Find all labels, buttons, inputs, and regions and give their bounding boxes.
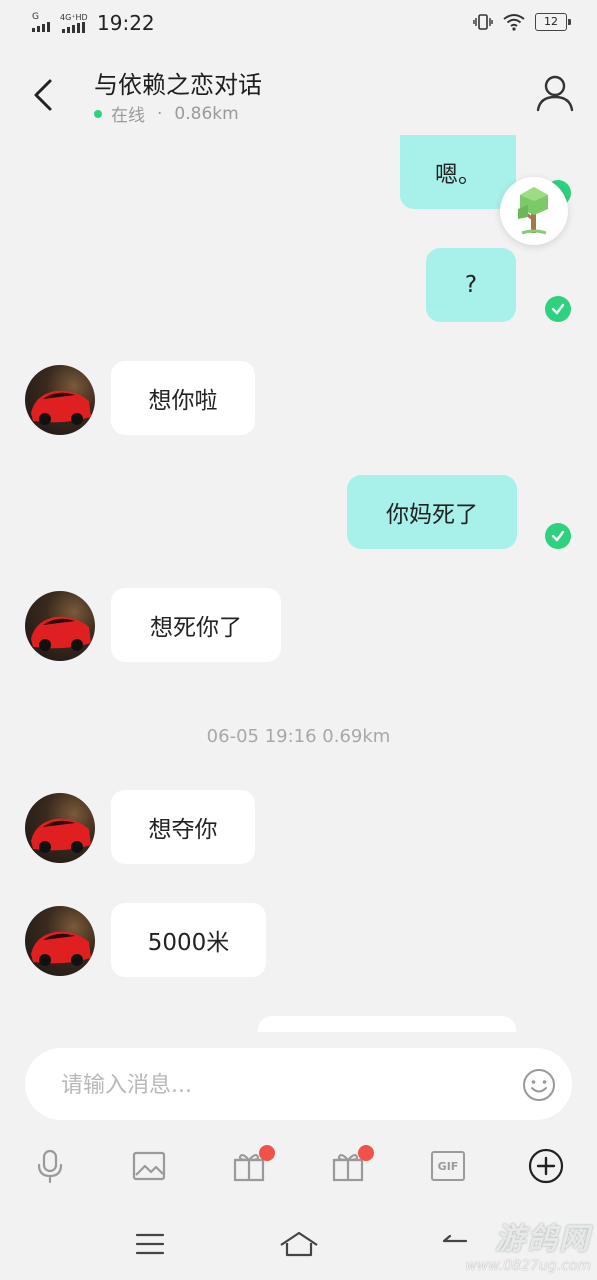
online-dot — [94, 109, 102, 118]
battery-icon: 12 — [535, 13, 571, 31]
message-bubble-outgoing[interactable]: ? — [426, 248, 516, 322]
avatar[interactable] — [25, 365, 95, 435]
wifi-icon — [503, 14, 525, 31]
separator: · — [157, 103, 163, 124]
message-text: 5000米 — [147, 930, 230, 956]
gif-icon[interactable]: GIF — [428, 1146, 468, 1186]
image-icon[interactable] — [129, 1146, 169, 1186]
message-list[interactable]: 嗯。 ? 想你啦 你妈死了 想死你了 06-05 19:16 0.69km 想夺… — [0, 135, 597, 1032]
clock: 19:22 — [97, 11, 155, 35]
car-avatar-image — [31, 931, 91, 966]
message-input[interactable] — [59, 1048, 503, 1122]
watermark: 游鸽网 www.0827ug.com — [465, 1214, 591, 1274]
mic-icon[interactable] — [30, 1146, 70, 1186]
message-bubble-incoming[interactable]: 想死你了 — [111, 588, 281, 662]
signal-icon-2 — [62, 22, 85, 33]
message-input-box[interactable] — [25, 1048, 572, 1122]
status-icons: 12 — [473, 13, 571, 31]
system-nav-bar: 游鸽网 www.0827ug.com — [0, 1205, 597, 1280]
network-label-1: G — [32, 12, 39, 22]
profile-icon[interactable] — [535, 73, 575, 113]
avatar[interactable] — [25, 793, 95, 863]
tree-float-button[interactable] — [500, 177, 568, 245]
message-bubble-partial[interactable] — [258, 1016, 516, 1032]
car-avatar-image — [31, 390, 91, 425]
message-text: 你妈死了 — [386, 502, 478, 528]
network-label-2: 4G⁺HD — [60, 13, 88, 22]
message-bubble-incoming[interactable]: 想夺你 — [111, 790, 255, 864]
home-icon[interactable] — [279, 1231, 319, 1259]
signal-icon — [32, 22, 50, 32]
presence-line: 在线 · 0.86km — [94, 101, 239, 126]
read-check-icon — [545, 523, 571, 549]
avatar[interactable] — [25, 591, 95, 661]
chat-header: 与依赖之恋对话 在线 · 0.86km — [0, 55, 597, 135]
gift-icon[interactable] — [328, 1145, 374, 1186]
watermark-sub: www.0827ug.com — [465, 1258, 591, 1274]
avatar[interactable] — [25, 906, 95, 976]
timestamp: 06-05 19:16 0.69km — [206, 726, 391, 747]
menu-icon[interactable] — [135, 1233, 165, 1255]
message-text: 想你啦 — [148, 388, 218, 414]
message-text: 嗯。 — [435, 162, 481, 188]
online-status: 在线 — [111, 106, 145, 126]
gift-icon[interactable] — [229, 1145, 275, 1186]
read-check-icon — [545, 296, 571, 322]
emoji-icon[interactable] — [522, 1068, 556, 1102]
watermark-main: 游鸽网 — [495, 1222, 591, 1257]
notification-badge — [259, 1145, 275, 1161]
message-bubble-incoming[interactable]: 5000米 — [111, 903, 266, 977]
car-avatar-image — [31, 818, 91, 853]
page-title: 与依赖之恋对话 — [94, 71, 262, 99]
notification-badge — [358, 1145, 374, 1161]
plus-icon[interactable] — [526, 1146, 566, 1186]
tree-icon — [518, 187, 548, 235]
message-text: 想夺你 — [148, 817, 218, 843]
back-icon[interactable] — [26, 73, 62, 117]
status-bar: G 4G⁺HD 19:22 12 — [0, 0, 597, 48]
message-text: ? — [464, 272, 478, 298]
input-toolbar: GIF — [0, 1138, 597, 1194]
message-bubble-outgoing[interactable]: 你妈死了 — [347, 475, 517, 549]
vibrate-icon — [473, 14, 493, 30]
message-bubble-outgoing[interactable]: 嗯。 — [400, 135, 516, 209]
gif-label: GIF — [431, 1151, 465, 1181]
car-avatar-image — [31, 616, 91, 651]
distance: 0.86km — [174, 103, 239, 124]
message-text: 想死你了 — [150, 615, 242, 641]
message-bubble-incoming[interactable]: 想你啦 — [111, 361, 255, 435]
